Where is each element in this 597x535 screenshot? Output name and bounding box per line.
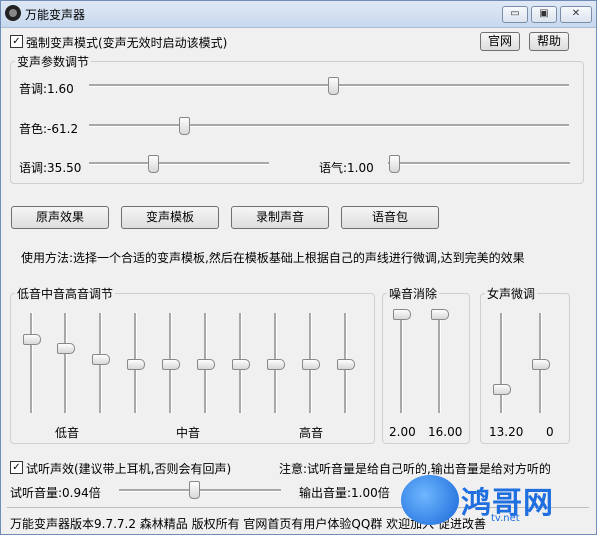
eq-band-8-slider[interactable] [267, 359, 285, 370]
help-button[interactable]: 帮助 [529, 32, 569, 51]
tempo-slider-track [89, 162, 269, 165]
noise-slider-2[interactable] [431, 309, 449, 320]
monitor-volume-label: 试听音量:0.94倍 [10, 486, 101, 500]
eq-band-6-slider[interactable] [197, 359, 215, 370]
main-window: 万能变声器 ▭ ▣ ✕ ✓ 强制变声模式(变声无效时启动该模式) 官网 帮助 变… [0, 0, 597, 535]
eq-band-2-slider-track [64, 313, 67, 413]
noise-value-2: 16.00 [428, 425, 463, 439]
timbre-slider[interactable] [179, 117, 190, 135]
force-mode-checkbox[interactable]: ✓ [10, 35, 23, 48]
watermark-logo-icon [401, 475, 459, 525]
eq-band-3-slider[interactable] [92, 354, 110, 365]
monitor-volume-track [119, 489, 281, 492]
tempo-slider[interactable] [148, 155, 159, 173]
close-button[interactable]: ✕ [560, 6, 592, 23]
monitor-volume-slider[interactable] [189, 481, 200, 499]
restore-button[interactable]: ▣ [531, 6, 557, 23]
original-effect-button[interactable]: 原声效果 [11, 206, 109, 229]
pitch-label: 音调:1.60 [19, 82, 74, 96]
eq-band-10-slider[interactable] [337, 359, 355, 370]
watermark-sub: tv.net [491, 513, 520, 524]
title-bar: 万能变声器 ▭ ▣ ✕ [1, 1, 596, 28]
record-button[interactable]: 录制声音 [231, 206, 329, 229]
timbre-label: 音色:-61.2 [19, 122, 79, 136]
output-volume-label: 输出音量:1.00倍 [299, 486, 390, 500]
eq-group-title: 低音中音高音调节 [17, 287, 114, 301]
eq-band-1-slider-track [30, 313, 33, 413]
eq-band-1-slider[interactable] [23, 334, 41, 345]
monitor-label: 试听声效(建议带上耳机,否则会有回声) [26, 462, 232, 476]
tone-slider-track [388, 162, 570, 165]
noise-slider-1[interactable] [393, 309, 411, 320]
eq-band-4-slider[interactable] [127, 359, 145, 370]
monitor-checkbox[interactable]: ✓ [10, 461, 23, 474]
eq-mid-label: 中音 [176, 426, 201, 440]
eq-band-9-slider[interactable] [302, 359, 320, 370]
noise-slider-1-track [400, 313, 403, 413]
headphones-icon [5, 5, 21, 21]
noise-group-title: 噪音消除 [389, 287, 438, 301]
volume-note: 注意:试听音量是给自己听的,输出音量是给对方听的 [279, 462, 551, 476]
tone-slider[interactable] [389, 155, 400, 173]
eq-low-label: 低音 [55, 426, 80, 440]
window-title: 万能变声器 [25, 8, 86, 22]
female-group: 女声微调 [480, 285, 570, 444]
voice-template-button[interactable]: 变声模板 [121, 206, 219, 229]
eq-high-label: 高音 [299, 426, 324, 440]
tempo-label: 语调:35.50 [19, 161, 82, 175]
noise-value-1: 2.00 [389, 425, 416, 439]
pitch-slider[interactable] [328, 77, 339, 95]
female-value-2: 0 [546, 425, 554, 439]
eq-band-2-slider[interactable] [57, 343, 75, 354]
website-button[interactable]: 官网 [480, 32, 520, 51]
female-value-1: 13.20 [489, 425, 524, 439]
usage-instructions: 使用方法:选择一个合适的变声模板,然后在模板基础上根据自己的声线进行微调,达到完… [21, 251, 525, 265]
voice-pack-button[interactable]: 语音包 [341, 206, 439, 229]
female-slider-2[interactable] [532, 359, 550, 370]
tone-label: 语气:1.00 [319, 161, 374, 175]
force-mode-label: 强制变声模式(变声无效时启动该模式) [26, 36, 228, 50]
eq-band-5-slider[interactable] [162, 359, 180, 370]
eq-band-7-slider[interactable] [232, 359, 250, 370]
female-group-title: 女声微调 [487, 287, 536, 301]
female-slider-1[interactable] [493, 384, 511, 395]
timbre-slider-track [89, 124, 569, 127]
params-group-title: 变声参数调节 [17, 55, 90, 69]
noise-slider-2-track [438, 313, 441, 413]
minimize-button[interactable]: ▭ [502, 6, 528, 23]
female-slider-1-track [500, 313, 503, 413]
